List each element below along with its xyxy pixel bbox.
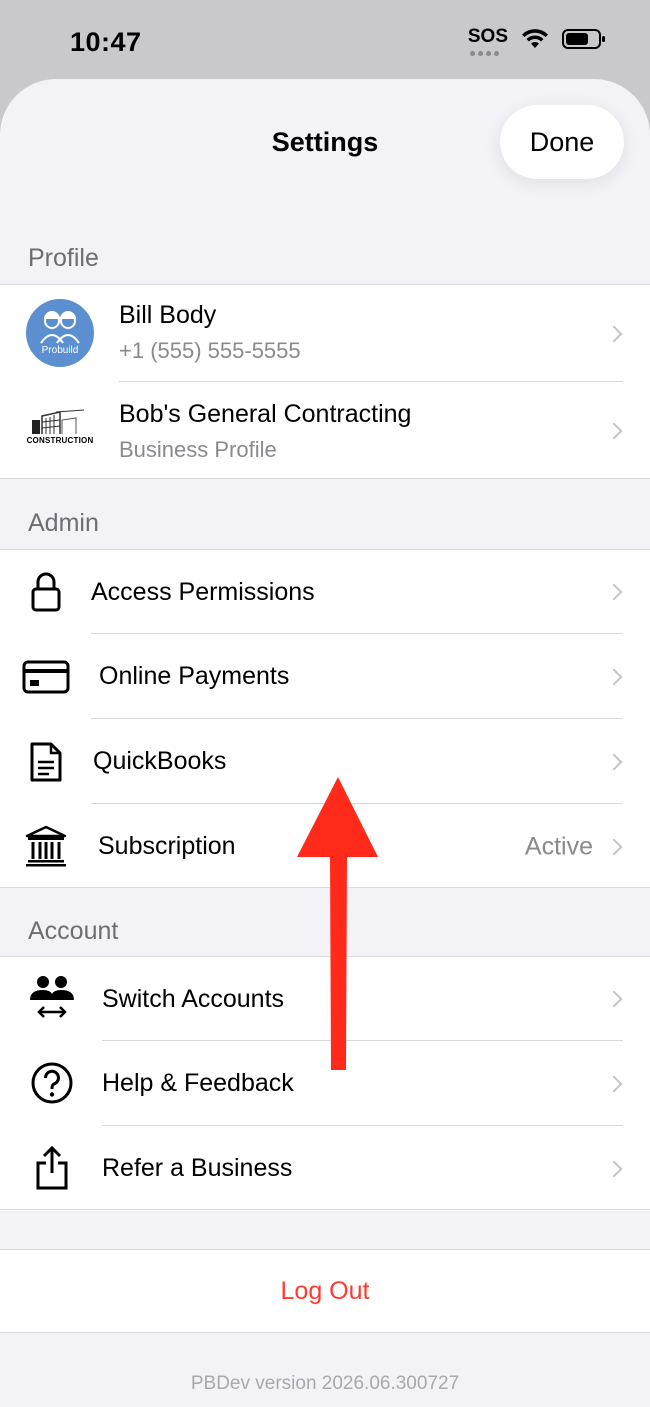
switch-users-icon (30, 976, 74, 1018)
avatar-label: Probuild (41, 345, 79, 356)
done-button[interactable]: Done (500, 105, 624, 179)
profile-group: Probuild Bill Body +1 (555) 555-5555 CON… (0, 284, 650, 479)
admin-item-label: Online Payments (99, 662, 290, 690)
user-name: Bill Body (119, 301, 217, 329)
admin-item-label: Access Permissions (91, 577, 315, 606)
section-header-profile: Profile (28, 244, 99, 272)
logout-label: Log Out (280, 1276, 370, 1305)
version-label: PBDev version 2026.06.300727 (190, 1373, 460, 1394)
business-name: Bob's General Contracting (119, 400, 412, 428)
switch-accounts-row[interactable]: Switch Accounts (0, 957, 650, 1041)
chevron-right-icon (605, 753, 623, 770)
lock-icon (31, 572, 61, 612)
help-feedback-row[interactable]: Help & Feedback (0, 1041, 650, 1126)
avatar: Probuild (26, 299, 94, 367)
credit-card-icon (22, 660, 70, 694)
subscription-row[interactable]: Subscription Active (0, 804, 650, 889)
logo-text: CONSTRUCTION (26, 436, 94, 445)
account-item-label: Switch Accounts (102, 984, 285, 1013)
battery-icon (562, 29, 605, 49)
status-time: 10:47 (70, 27, 142, 57)
document-icon (30, 742, 62, 782)
question-circle-icon (31, 1062, 73, 1104)
refer-business-row[interactable]: Refer a Business (0, 1126, 650, 1211)
chevron-right-icon (605, 668, 623, 685)
signal-dots-icon (469, 51, 499, 56)
sos-indicator: SOS (467, 26, 508, 56)
quickbooks-row[interactable]: QuickBooks (0, 719, 650, 804)
logout-button[interactable]: Log Out (0, 1249, 650, 1333)
chevron-right-icon (605, 325, 623, 342)
chevron-right-icon (605, 583, 623, 601)
sos-label: SOS (467, 26, 508, 47)
business-logo: CONSTRUCTION (26, 408, 94, 454)
user-profile-row[interactable]: Probuild Bill Body +1 (555) 555-5555 (0, 285, 650, 382)
workers-avatar-icon (40, 311, 80, 344)
admin-item-label: Subscription (98, 832, 236, 860)
account-item-label: Refer a Business (102, 1154, 293, 1182)
account-item-label: Help & Feedback (102, 1069, 294, 1097)
bank-icon (25, 825, 67, 867)
user-phone: +1 (555) 555-5555 (119, 338, 301, 363)
chevron-right-icon (605, 838, 623, 855)
admin-group: Access Permissions Online Payments Quick… (0, 549, 650, 888)
business-subtitle: Business Profile (119, 437, 277, 462)
access-permissions-row[interactable]: Access Permissions (0, 550, 650, 634)
business-profile-row[interactable]: CONSTRUCTION Bob's General Contracting B… (0, 382, 650, 479)
wifi-icon (522, 29, 548, 48)
chevron-right-icon (605, 422, 623, 439)
status-icons: SOS (467, 26, 606, 56)
chevron-right-icon (605, 1160, 623, 1177)
online-payments-row[interactable]: Online Payments (0, 634, 650, 719)
settings-sheet: Settings Done Profile Probuild Bill Body… (0, 79, 650, 1407)
subscription-status: Active (524, 832, 593, 860)
status-bar: 10:47 SOS (0, 0, 650, 80)
account-group: Switch Accounts Help & Feedback Refer a … (0, 956, 650, 1210)
section-header-account: Account (28, 917, 119, 945)
admin-item-label: QuickBooks (93, 747, 227, 775)
share-icon (36, 1145, 68, 1190)
construction-logo-icon (32, 409, 85, 434)
section-header-admin: Admin (28, 509, 99, 537)
chevron-right-icon (605, 990, 623, 1008)
chevron-right-icon (605, 1075, 623, 1092)
